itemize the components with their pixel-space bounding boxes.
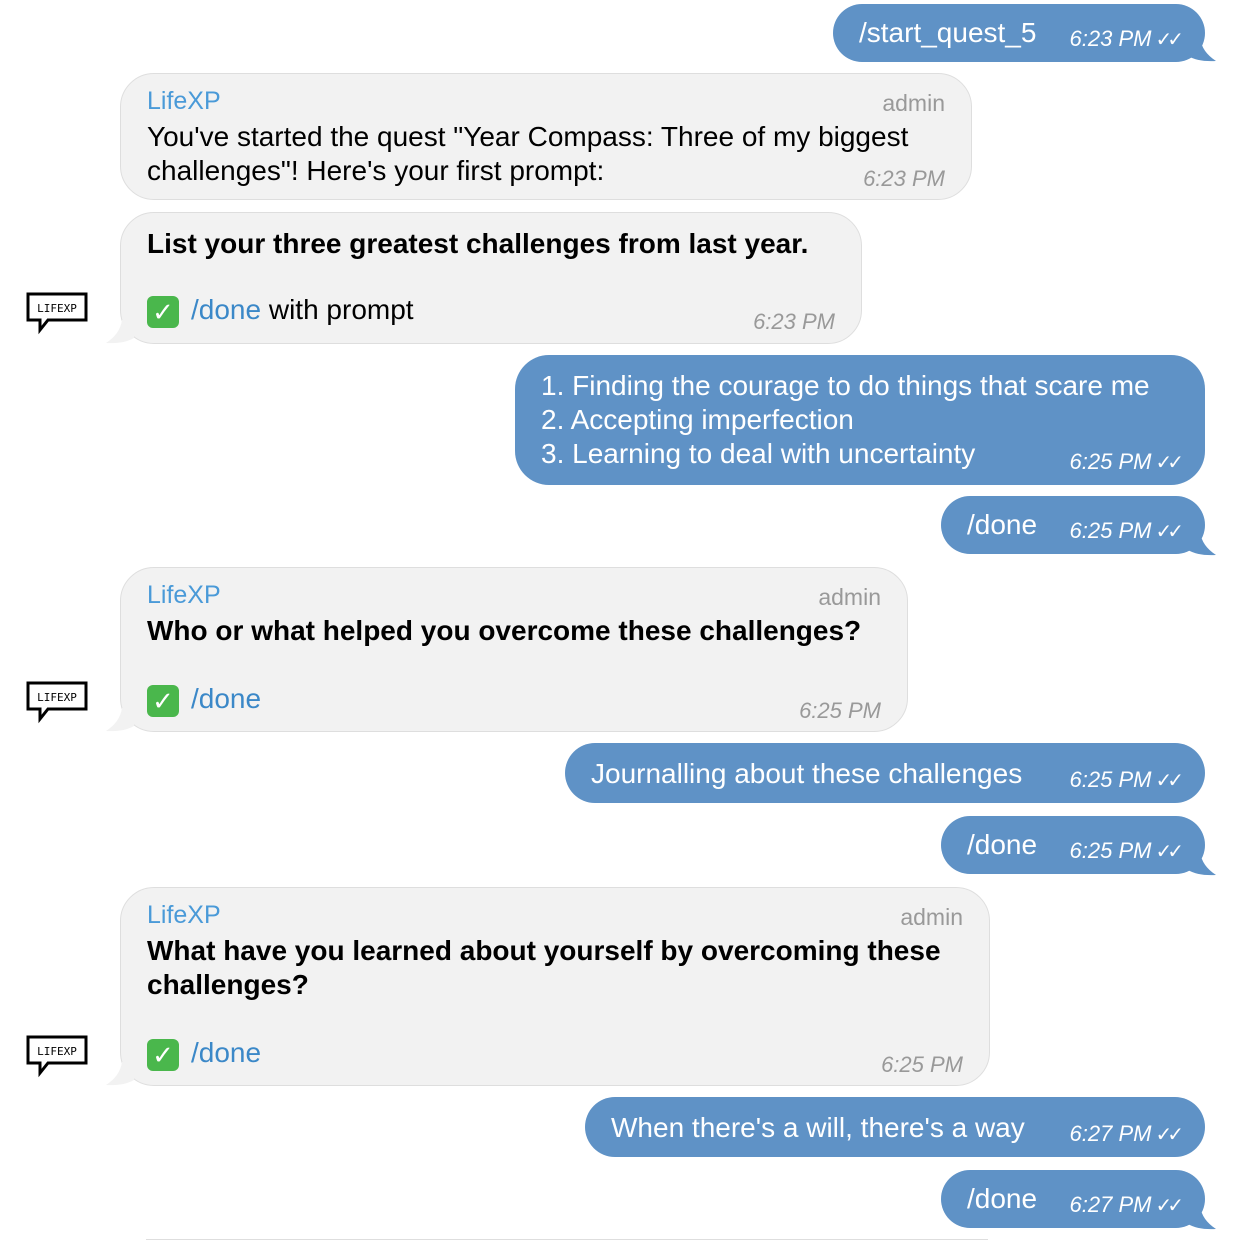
prompt-text: List your three greatest challenges from… [147, 228, 809, 259]
admin-badge: admin [882, 90, 945, 116]
message-time: 6:25 PM [799, 698, 881, 723]
outgoing-message: When there's a will, there's a way 6:27 … [585, 1097, 1205, 1157]
outgoing-message: /done 6:25 PM ✓✓ [941, 496, 1205, 554]
done-command-link[interactable]: /done [191, 1037, 261, 1068]
message-text: Journalling about these challenges [591, 758, 1023, 789]
message-time: 6:25 PM ✓✓ [1069, 767, 1184, 792]
bubble-tail [1188, 38, 1216, 62]
incoming-message: List your three greatest challenges from… [120, 212, 862, 344]
double-check-icon: ✓✓ [1155, 521, 1183, 543]
bubble-tail [106, 708, 134, 732]
lifexp-avatar-icon[interactable]: LIFEXP [24, 290, 90, 336]
outgoing-message: /done 6:27 PM ✓✓ [941, 1170, 1205, 1228]
done-command-link[interactable]: /done [191, 294, 261, 325]
check-mark-icon: ✓ [147, 684, 179, 717]
double-check-icon: ✓✓ [1155, 29, 1183, 51]
message-text: When there's a will, there's a way [611, 1112, 1025, 1143]
sender-name[interactable]: LifeXP [147, 84, 221, 118]
check-mark-icon: ✓ [147, 295, 179, 328]
check-mark-icon: ✓ [147, 1038, 179, 1071]
message-text: /done [967, 1183, 1038, 1214]
message-text: /done [967, 509, 1038, 540]
message-time: 6:23 PM ✓✓ [1069, 26, 1184, 51]
double-check-icon: ✓✓ [1155, 1195, 1183, 1217]
prompt-text: Who or what helped you overcome these ch… [147, 615, 862, 646]
admin-badge: admin [818, 584, 881, 610]
bubble-tail [1188, 1206, 1216, 1230]
prompt-text: What have you learned about yourself by … [147, 935, 941, 1000]
incoming-message: LifeXP admin You've started the quest "Y… [120, 73, 972, 200]
double-check-icon: ✓✓ [1155, 770, 1183, 792]
command-line: ✓ /done [147, 682, 261, 717]
message-time: 6:25 PM ✓✓ [1069, 449, 1184, 474]
outgoing-message: Journalling about these challenges 6:25 … [565, 743, 1205, 803]
sender-name[interactable]: LifeXP [147, 578, 221, 612]
svg-text:LIFEXP: LIFEXP [37, 1045, 77, 1058]
outgoing-message: 1. Finding the courage to do things that… [515, 355, 1205, 485]
message-time: 6:25 PM ✓✓ [1069, 838, 1184, 863]
command-line: ✓/done with prompt [147, 293, 414, 328]
bubble-tail [106, 1062, 134, 1086]
done-command-link[interactable]: /done [191, 683, 261, 714]
lifexp-avatar-icon[interactable]: LIFEXP [24, 679, 90, 725]
outgoing-message: /start_quest_5 6:23 PM ✓✓ [833, 4, 1205, 62]
bubble-tail [106, 320, 134, 344]
message-text: /start_quest_5 [859, 17, 1037, 48]
incoming-message: LifeXP admin What have you learned about… [120, 887, 990, 1086]
sender-name[interactable]: LifeXP [147, 898, 221, 932]
lifexp-avatar-icon[interactable]: LIFEXP [24, 1033, 90, 1079]
message-time: 6:27 PM ✓✓ [1069, 1121, 1184, 1146]
bubble-tail [1188, 852, 1216, 876]
svg-text:LIFEXP: LIFEXP [37, 302, 77, 315]
message-text: You've started the quest "Year Compass: … [147, 121, 909, 186]
svg-text:LIFEXP: LIFEXP [37, 691, 77, 704]
incoming-message: LifeXP admin Who or what helped you over… [120, 567, 908, 732]
double-check-icon: ✓✓ [1155, 452, 1183, 474]
double-check-icon: ✓✓ [1155, 1124, 1183, 1146]
message-text: /done [967, 829, 1038, 860]
message-time: 6:25 PM ✓✓ [1069, 518, 1184, 543]
message-time: 6:25 PM [881, 1052, 963, 1077]
message-time: 6:23 PM [753, 309, 835, 334]
outgoing-message: /done 6:25 PM ✓✓ [941, 816, 1205, 874]
command-line: ✓ /done [147, 1036, 261, 1071]
message-time: 6:27 PM ✓✓ [1069, 1192, 1184, 1217]
message-time: 6:23 PM [863, 166, 945, 191]
admin-badge: admin [900, 904, 963, 930]
message-text: 1. Finding the courage to do things that… [541, 370, 1150, 469]
divider [146, 1239, 988, 1240]
bubble-tail [1188, 532, 1216, 556]
double-check-icon: ✓✓ [1155, 841, 1183, 863]
